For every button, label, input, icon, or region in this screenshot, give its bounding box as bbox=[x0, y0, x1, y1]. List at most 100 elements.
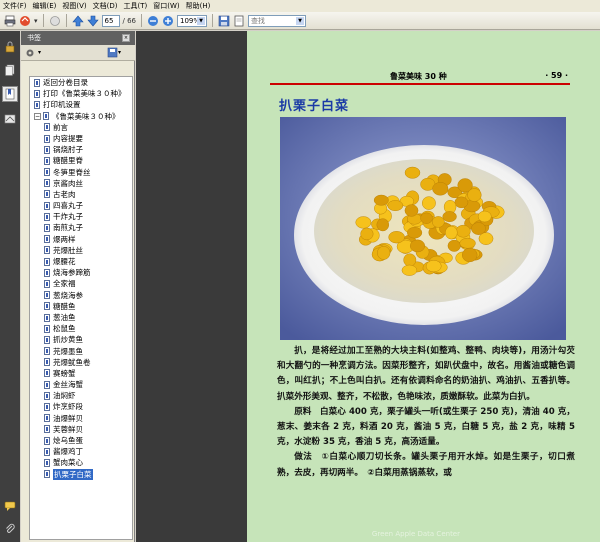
bookmark-item[interactable]: 打印机设置 bbox=[30, 99, 132, 110]
expand-bookmark-button[interactable]: ▾ bbox=[107, 47, 121, 58]
page-total: / 66 bbox=[122, 16, 137, 25]
fit-page-icon[interactable] bbox=[233, 15, 245, 27]
bookmark-item[interactable]: 油爆鲜贝 bbox=[30, 413, 132, 424]
bookmark-item[interactable]: 酱爆鸡丁 bbox=[30, 446, 132, 457]
zoom-level-select[interactable]: 109% ▼ bbox=[177, 14, 208, 27]
bookmark-item[interactable]: 锅烧肘子 bbox=[30, 144, 132, 155]
bookmark-label: 炸烹虾段 bbox=[53, 402, 83, 412]
hand-tool-icon[interactable] bbox=[49, 15, 61, 27]
close-icon[interactable]: × bbox=[122, 34, 130, 42]
bookmark-item[interactable]: 打印《鲁菜美味３０种》 bbox=[30, 88, 132, 99]
bookmark-item[interactable]: 烩乌鱼蛋 bbox=[30, 435, 132, 446]
bookmark-label: 打印机设置 bbox=[43, 100, 81, 110]
search-placeholder: 查找 bbox=[251, 16, 266, 25]
navigation-strip bbox=[0, 31, 20, 542]
bookmark-item[interactable]: 冬笋里脊丝 bbox=[30, 167, 132, 178]
bookmark-icon bbox=[44, 212, 50, 221]
bookmark-item[interactable]: − 《鲁菜美味３０种》 bbox=[30, 111, 132, 122]
attachments-icon[interactable] bbox=[2, 521, 18, 537]
bookmark-item[interactable]: 芙蓉鲜贝 bbox=[30, 424, 132, 435]
bookmark-icon bbox=[44, 291, 50, 300]
bookmark-label: 前言 bbox=[53, 122, 68, 132]
lock-icon[interactable] bbox=[2, 39, 18, 55]
bookmark-item[interactable]: 炸烹虾段 bbox=[30, 401, 132, 412]
bookmark-item[interactable]: 糖醋里脊 bbox=[30, 155, 132, 166]
bookmark-item[interactable]: 葱烧海参 bbox=[30, 290, 132, 301]
bookmark-icon bbox=[44, 246, 50, 255]
bookmark-item[interactable]: 古老肉 bbox=[30, 189, 132, 200]
bookmark-label: 芫爆墨鱼 bbox=[53, 346, 83, 356]
chevron-down-icon: ▼ bbox=[296, 16, 305, 25]
zoom-out-icon[interactable] bbox=[147, 15, 159, 27]
bookmarks-icon[interactable] bbox=[2, 86, 18, 102]
bookmark-label: 返回分卷目录 bbox=[43, 78, 88, 87]
search-input[interactable]: 查找 ▼ bbox=[248, 14, 307, 27]
page-number-input[interactable]: 65 bbox=[101, 14, 120, 27]
bookmark-item[interactable]: 赛螃蟹 bbox=[30, 368, 132, 379]
bookmark-item[interactable]: 金丝海蟹 bbox=[30, 379, 132, 390]
bookmark-label: 油焖虾 bbox=[53, 391, 76, 401]
menu-document[interactable]: 文档(D) bbox=[93, 1, 118, 11]
bookmark-item[interactable]: 芫爆墨鱼 bbox=[30, 346, 132, 357]
menu-view[interactable]: 视图(V) bbox=[62, 1, 86, 11]
bookmark-item[interactable]: 芫爆鱿鱼卷 bbox=[30, 357, 132, 368]
bookmark-item[interactable]: 抓炒黄鱼 bbox=[30, 334, 132, 345]
watermark-text: Green Apple Data Center bbox=[371, 530, 460, 538]
bookmark-item[interactable]: 扒栗子白菜 bbox=[30, 468, 132, 480]
bookmark-item[interactable]: 前言 bbox=[30, 122, 132, 133]
bookmark-label: 爆两样 bbox=[53, 234, 76, 244]
bookmark-item[interactable]: 烧海参蹄筋 bbox=[30, 267, 132, 278]
bookmark-item[interactable]: 内容提要 bbox=[30, 133, 132, 144]
bookmark-item[interactable]: 返回分卷目录 bbox=[30, 77, 132, 88]
bookmark-item[interactable]: 爆腰花 bbox=[30, 256, 132, 267]
bookmark-item[interactable]: 葱油鱼 bbox=[30, 312, 132, 323]
signatures-icon[interactable] bbox=[2, 111, 18, 127]
pages-icon[interactable] bbox=[2, 62, 18, 78]
bookmark-item[interactable]: 蟹肉菜心 bbox=[30, 457, 132, 468]
document-page[interactable]: 鲁菜美味 30 种 · 59 · 扒栗子白菜 扒，是将经过加工至熟的大块主料(如… bbox=[247, 31, 600, 542]
bookmark-icon bbox=[44, 224, 50, 233]
bookmark-item[interactable]: 爆两样 bbox=[30, 234, 132, 245]
bookmark-icon bbox=[34, 78, 40, 87]
options-menu-button[interactable]: ▾ bbox=[26, 48, 41, 58]
bookmark-label: 烧海参蹄筋 bbox=[53, 268, 91, 278]
bookmark-icon bbox=[44, 201, 50, 210]
menu-edit[interactable]: 编辑(E) bbox=[33, 1, 57, 11]
bookmark-item[interactable]: 松鼠鱼 bbox=[30, 323, 132, 334]
bookmark-item[interactable]: 油焖虾 bbox=[30, 390, 132, 401]
bookmark-icon bbox=[44, 470, 50, 479]
menu-window[interactable]: 窗口(W) bbox=[153, 1, 179, 11]
previous-page-icon[interactable] bbox=[71, 15, 84, 27]
next-page-icon[interactable] bbox=[86, 15, 99, 27]
bookmark-label: 糖醋里脊 bbox=[53, 156, 83, 166]
paragraph-intro: 扒，是将经过加工至熟的大块主料(如整鸡、整鸭、肉块等)，用汤汁勾芡和大翻勺的一种… bbox=[277, 346, 575, 402]
bookmark-icon bbox=[44, 279, 50, 288]
bookmark-item[interactable]: 京酱肉丝 bbox=[30, 178, 132, 189]
document-background bbox=[136, 31, 247, 542]
bookmark-icon bbox=[44, 145, 50, 154]
bookmark-item[interactable]: 南煎丸子 bbox=[30, 222, 132, 233]
print-icon[interactable] bbox=[4, 15, 16, 27]
bookmark-item[interactable]: 全家福 bbox=[30, 278, 132, 289]
bookmark-item[interactable]: 四喜丸子 bbox=[30, 200, 132, 211]
bookmark-icon bbox=[44, 302, 50, 311]
bookmark-item[interactable]: 芫爆肚丝 bbox=[30, 245, 132, 256]
email-icon[interactable] bbox=[19, 15, 31, 27]
bookmark-icon bbox=[43, 112, 49, 121]
zoom-in-icon[interactable] bbox=[162, 15, 174, 27]
bookmark-label: 扒栗子白菜 bbox=[53, 468, 93, 480]
bookmark-item[interactable]: 干炸丸子 bbox=[30, 211, 132, 222]
menu-file[interactable]: 文件(F) bbox=[3, 1, 27, 11]
chevron-down-icon: ▼ bbox=[197, 16, 206, 25]
bookmark-icon bbox=[44, 324, 50, 333]
comments-icon[interactable] bbox=[2, 498, 18, 514]
menu-tools[interactable]: 工具(T) bbox=[124, 1, 148, 11]
bookmark-label: 芫爆鱿鱼卷 bbox=[53, 357, 91, 367]
bookmark-item[interactable]: 糖醋鱼 bbox=[30, 301, 132, 312]
collapse-toggle-icon[interactable]: − bbox=[34, 112, 41, 120]
bookmark-label: 干炸丸子 bbox=[53, 212, 83, 222]
save-icon[interactable] bbox=[218, 15, 230, 27]
dropdown-arrow-icon[interactable]: ▾ bbox=[34, 17, 38, 25]
bookmark-icon bbox=[44, 190, 50, 199]
menu-help[interactable]: 帮助(H) bbox=[186, 1, 211, 11]
